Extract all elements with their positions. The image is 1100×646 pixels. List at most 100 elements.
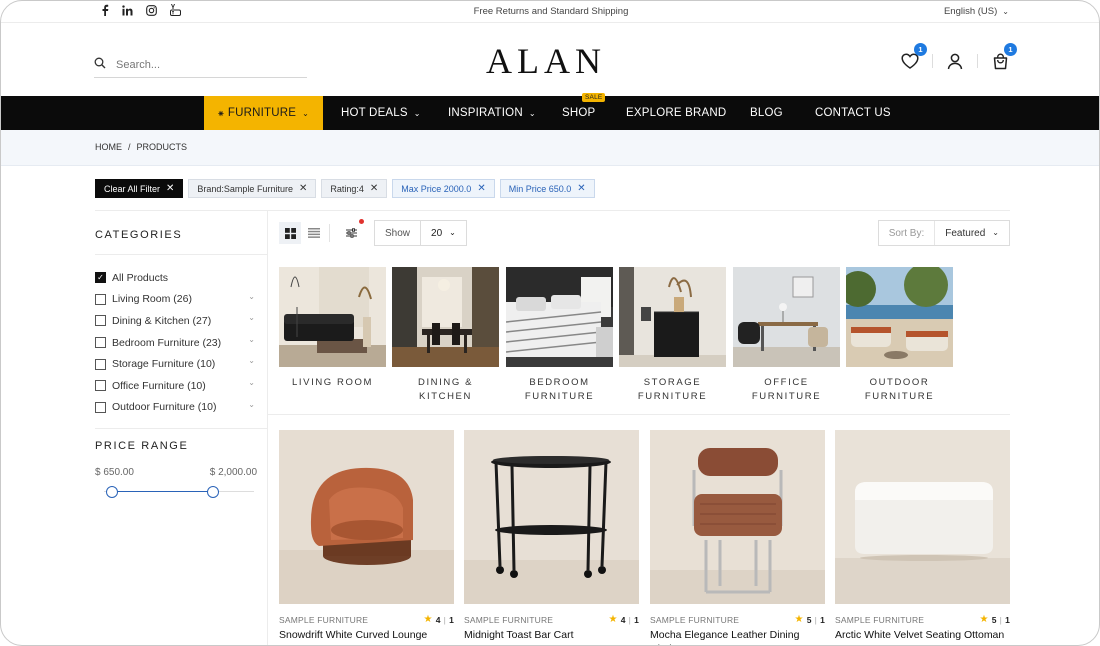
heart-icon — [901, 53, 919, 69]
page-size-value[interactable]: 20 ⌄ — [421, 228, 466, 239]
divider — [268, 414, 1010, 415]
categories-title: CATEGORIES — [95, 229, 183, 241]
review-count: 1 — [634, 614, 639, 625]
category-filter-bedroom[interactable]: Bedroom Furniture (23) ⌄ — [95, 332, 257, 354]
chip-label: Clear All Filter — [104, 183, 161, 194]
show-label: Show — [375, 221, 422, 245]
close-icon[interactable]: ✕ — [477, 183, 485, 194]
chevron-down-icon[interactable]: ⌄ — [248, 335, 255, 344]
product-card[interactable]: SAMPLE FURNITURE ★ 5 | 1 Mocha Elegance … — [650, 430, 825, 645]
nav-hot-deals[interactable]: HOT DEALS ⌄ — [341, 96, 421, 130]
category-tile-dining-kitchen[interactable]: DINING & KITCHEN — [392, 267, 499, 404]
category-image — [392, 267, 499, 367]
filter-chip-brand[interactable]: Brand:Sample Furniture ✕ — [188, 179, 317, 198]
chip-label: Rating:4 — [330, 183, 364, 194]
price-slider[interactable] — [104, 486, 254, 498]
chevron-down-icon: ⌄ — [528, 108, 536, 118]
slider-max-handle[interactable] — [207, 486, 219, 498]
product-name[interactable]: Mocha Elegance Leather Dining Chair — [650, 628, 825, 645]
product-rating: ★ 5 | 1 — [980, 614, 1010, 625]
page-frame: Free Returns and Standard Shipping Engli… — [0, 0, 1100, 646]
grid-icon — [284, 227, 296, 239]
product-image[interactable] — [650, 430, 825, 604]
slider-min-handle[interactable] — [106, 486, 118, 498]
nav-shop[interactable]: SALE SHOP — [562, 93, 606, 130]
main-nav: FURNITURE ⌄ HOT DEALS ⌄ INSPIRATION ⌄ SA… — [1, 93, 1099, 130]
filter-indicator-dot — [359, 219, 364, 224]
language-selector[interactable]: English (US) ⌄ — [944, 6, 1009, 17]
chevron-down-icon[interactable]: ⌄ — [248, 400, 255, 409]
nav-explore-brand[interactable]: EXPLORE BRAND — [626, 96, 726, 130]
close-icon[interactable]: ✕ — [299, 183, 307, 194]
cart-button[interactable]: 1 — [989, 43, 1017, 72]
star-icon: ★ — [423, 614, 433, 625]
nav-inspiration[interactable]: INSPIRATION ⌄ — [448, 96, 536, 130]
chevron-down-icon[interactable]: ⌄ — [248, 378, 255, 387]
sort-value[interactable]: Featured ⌄ — [935, 228, 1009, 239]
product-brand: SAMPLE FURNITURE — [279, 614, 369, 625]
checkbox[interactable] — [95, 401, 106, 413]
category-filter-storage[interactable]: Storage Furniture (10) ⌄ — [95, 353, 257, 375]
account-button[interactable] — [944, 50, 966, 72]
star-icon: ★ — [794, 614, 804, 625]
product-name[interactable]: Arctic White Velvet Seating Ottoman — [835, 628, 1010, 642]
clear-all-filter-button[interactable]: Clear All Filter ✕ — [95, 179, 184, 198]
category-filter-all-products[interactable]: ✓ All Products — [95, 267, 257, 289]
rating-value: 4 — [620, 614, 626, 625]
filter-chip-max-price[interactable]: Max Price 2000.0 ✕ — [392, 179, 495, 198]
category-tile-storage[interactable]: STORAGE FURNITURE — [619, 267, 726, 404]
filter-toggle-button[interactable] — [340, 219, 364, 244]
shopping-bag-icon — [993, 53, 1007, 69]
checkbox-checked[interactable]: ✓ — [95, 272, 106, 284]
product-card[interactable]: SAMPLE FURNITURE ★ 4 | 1 Snowdrift White… — [279, 430, 454, 642]
checkbox[interactable] — [95, 380, 106, 392]
review-count: 1 — [1005, 614, 1010, 625]
star-icon: ★ — [608, 614, 618, 625]
nav-label: CONTACT US — [815, 107, 891, 119]
product-meta: SAMPLE FURNITURE ★ 5 | 1 — [650, 614, 825, 625]
divider — [932, 54, 933, 68]
product-name[interactable]: Snowdrift White Curved Lounge — [279, 628, 454, 642]
page-size-selector[interactable]: Show 20 ⌄ — [374, 220, 467, 246]
breadcrumb-home[interactable]: HOME — [95, 142, 122, 152]
product-image[interactable] — [464, 430, 639, 604]
filter-chip-rating[interactable]: Rating:4 ✕ — [321, 179, 388, 198]
grid-view-button[interactable] — [279, 222, 301, 244]
category-filter-living-room[interactable]: Living Room (26) ⌄ — [95, 289, 257, 311]
category-tile-living-room[interactable]: LIVING ROOM — [279, 267, 386, 390]
checkbox[interactable] — [95, 315, 106, 327]
close-icon[interactable]: ✕ — [370, 183, 378, 194]
sliders-icon — [345, 228, 357, 238]
category-image — [506, 267, 613, 367]
chevron-down-icon[interactable]: ⌄ — [248, 356, 255, 365]
sort-selector[interactable]: Sort By: Featured ⌄ — [877, 220, 1010, 246]
category-label: STORAGE FURNITURE — [637, 377, 708, 402]
category-filter-office[interactable]: Office Furniture (10) ⌄ — [95, 375, 257, 397]
product-image[interactable] — [835, 430, 1010, 604]
chevron-down-icon[interactable]: ⌄ — [248, 292, 255, 301]
nav-blog[interactable]: BLOG — [750, 96, 783, 130]
close-icon[interactable]: ✕ — [577, 183, 585, 194]
product-brand: SAMPLE FURNITURE — [650, 614, 740, 625]
wishlist-button[interactable]: 1 — [899, 43, 927, 72]
chevron-down-icon[interactable]: ⌄ — [248, 313, 255, 322]
price-range-values: $ 650.00 $ 2,000.00 — [95, 467, 257, 478]
chevron-down-icon: ⌄ — [302, 108, 309, 118]
checkbox[interactable] — [95, 337, 106, 349]
checkbox[interactable] — [95, 293, 106, 305]
product-card[interactable]: SAMPLE FURNITURE ★ 5 | 1 Arctic White Ve… — [835, 430, 1010, 642]
category-tile-outdoor[interactable]: OUTDOOR FURNITURE — [846, 267, 953, 404]
product-image[interactable] — [279, 430, 454, 604]
category-filter-outdoor[interactable]: Outdoor Furniture (10) ⌄ — [95, 397, 257, 419]
product-name[interactable]: Midnight Toast Bar Cart — [464, 628, 639, 642]
breadcrumb: HOME / PRODUCTS — [95, 142, 187, 152]
category-filter-dining-kitchen[interactable]: Dining & Kitchen (27) ⌄ — [95, 310, 257, 332]
category-tile-office[interactable]: OFFICE FURNITURE — [733, 267, 840, 404]
checkbox[interactable] — [95, 358, 106, 370]
product-card[interactable]: SAMPLE FURNITURE ★ 4 | 1 Midnight Toast … — [464, 430, 639, 642]
nav-contact-us[interactable]: CONTACT US — [815, 96, 891, 130]
list-view-button[interactable] — [303, 222, 325, 244]
nav-furniture[interactable]: FURNITURE ⌄ — [204, 96, 323, 130]
filter-chip-min-price[interactable]: Min Price 650.0 ✕ — [499, 179, 595, 198]
category-tile-bedroom[interactable]: BEDROOM FURNITURE — [506, 267, 613, 404]
